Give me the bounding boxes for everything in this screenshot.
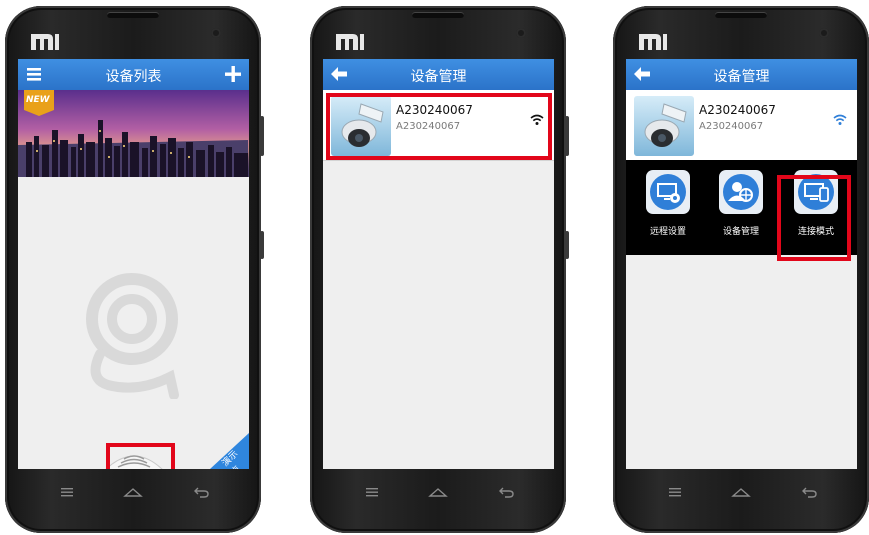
menu-key-icon[interactable] bbox=[664, 481, 686, 503]
system-nav-bar bbox=[323, 469, 554, 515]
new-badge-label: NEW bbox=[26, 95, 50, 105]
mi-logo-icon bbox=[31, 34, 59, 50]
mi-logo-icon bbox=[336, 34, 364, 50]
page-title: 设备管理 bbox=[713, 69, 770, 85]
phone-device-actions: 设备管理 A230240067 A230240067 远程设置 设备管理 连接模… bbox=[613, 6, 869, 533]
highlight-box-device bbox=[326, 93, 552, 160]
back-key-icon[interactable] bbox=[495, 481, 517, 503]
mi-logo-icon bbox=[639, 34, 667, 50]
remote-settings-button[interactable]: 远程设置 bbox=[638, 170, 698, 237]
phone-device-manage: 设备管理 A230240067 A230240067 bbox=[310, 6, 569, 533]
menu-key-icon[interactable] bbox=[56, 481, 78, 503]
remote-settings-icon bbox=[646, 170, 690, 214]
camera-watermark-icon bbox=[86, 273, 179, 399]
front-camera bbox=[516, 28, 526, 38]
screen: 设备管理 A230240067 A230240067 bbox=[626, 59, 857, 469]
device-id: A230240067 bbox=[699, 121, 764, 132]
highlight-box-connection bbox=[777, 175, 851, 261]
home-key-icon[interactable] bbox=[730, 481, 752, 503]
screen: 设备列表 NEW 演示点 bbox=[18, 59, 249, 469]
plus-icon[interactable] bbox=[223, 64, 243, 84]
power-button bbox=[260, 231, 264, 259]
promo-banner[interactable]: NEW bbox=[18, 90, 249, 177]
device-name: A230240067 bbox=[699, 103, 776, 117]
wifi-icon bbox=[833, 114, 847, 125]
device-management-label: 设备管理 bbox=[722, 227, 759, 237]
front-camera bbox=[211, 28, 221, 38]
top-bar: 设备管理 bbox=[626, 59, 857, 90]
page-title: 设备管理 bbox=[410, 69, 467, 85]
device-management-button[interactable]: 设备管理 bbox=[711, 170, 771, 237]
system-nav-bar bbox=[18, 469, 249, 515]
earpiece-speaker bbox=[107, 12, 159, 18]
device-list-item[interactable]: A230240067 A230240067 bbox=[626, 90, 857, 161]
earpiece-speaker bbox=[412, 12, 464, 18]
dome-camera-icon bbox=[634, 96, 694, 156]
page-title: 设备列表 bbox=[105, 69, 162, 85]
volume-button bbox=[260, 116, 264, 156]
back-key-icon[interactable] bbox=[190, 481, 212, 503]
highlight-box-scan bbox=[106, 443, 175, 469]
top-bar: 设备列表 bbox=[18, 59, 249, 90]
device-management-icon bbox=[719, 170, 763, 214]
front-camera bbox=[819, 28, 829, 38]
back-key-icon[interactable] bbox=[798, 481, 820, 503]
system-nav-bar bbox=[626, 469, 857, 515]
screen: 设备管理 A230240067 A230240067 bbox=[323, 59, 554, 469]
device-thumbnail bbox=[634, 96, 694, 156]
home-key-icon[interactable] bbox=[122, 481, 144, 503]
home-key-icon[interactable] bbox=[427, 481, 449, 503]
phone-device-list: 设备列表 NEW 演示点 bbox=[5, 6, 264, 533]
remote-settings-label: 远程设置 bbox=[649, 227, 686, 237]
menu-key-icon[interactable] bbox=[361, 481, 383, 503]
earpiece-speaker bbox=[715, 12, 767, 18]
power-button bbox=[565, 231, 569, 259]
top-bar: 设备管理 bbox=[323, 59, 554, 90]
volume-button bbox=[565, 116, 569, 156]
